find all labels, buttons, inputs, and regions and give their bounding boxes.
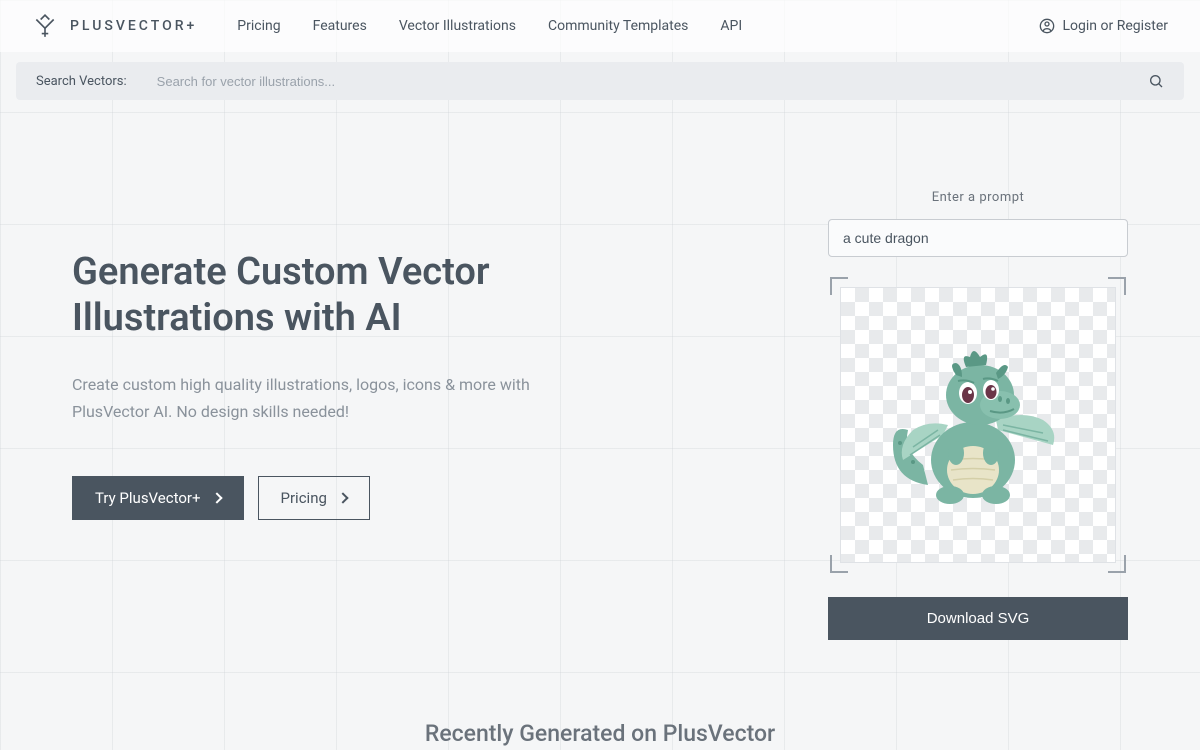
generator-panel: Enter a prompt xyxy=(828,190,1128,640)
nav-link-pricing[interactable]: Pricing xyxy=(237,18,280,34)
chevron-right-icon xyxy=(337,492,348,503)
chevron-right-icon xyxy=(211,492,222,503)
nav-link-api[interactable]: API xyxy=(720,18,742,34)
download-svg-button[interactable]: Download SVG xyxy=(828,597,1128,640)
search-icon[interactable] xyxy=(1148,73,1164,89)
nav-links: Pricing Features Vector Illustrations Co… xyxy=(237,18,742,34)
try-button-label: Try PlusVector+ xyxy=(95,489,201,507)
hero-left: Generate Custom Vector Illustrations wit… xyxy=(72,190,748,640)
user-icon xyxy=(1039,18,1055,34)
search-input[interactable] xyxy=(157,74,1148,89)
logo-text: PLUSVECTOR+ xyxy=(70,18,197,34)
login-label: Login or Register xyxy=(1063,18,1169,34)
pricing-button-label: Pricing xyxy=(281,489,327,507)
search-label: Search Vectors: xyxy=(36,74,127,89)
recently-heading: Recently Generated on PlusVector xyxy=(0,720,1200,747)
nav-link-templates[interactable]: Community Templates xyxy=(548,18,688,34)
preview-image xyxy=(840,287,1116,563)
preview-frame xyxy=(830,277,1126,573)
nav-link-illustrations[interactable]: Vector Illustrations xyxy=(399,18,516,34)
pricing-button[interactable]: Pricing xyxy=(258,476,370,520)
login-link[interactable]: Login or Register xyxy=(1039,18,1169,34)
hero-title: Generate Custom Vector Illustrations wit… xyxy=(72,250,532,341)
dragon-icon xyxy=(878,325,1078,525)
logo[interactable]: PLUSVECTOR+ xyxy=(32,13,197,39)
prompt-label: Enter a prompt xyxy=(932,190,1025,205)
hero-section: Generate Custom Vector Illustrations wit… xyxy=(0,110,1200,680)
hero-ctas: Try PlusVector+ Pricing xyxy=(72,476,748,520)
prompt-input[interactable] xyxy=(828,219,1128,257)
try-button[interactable]: Try PlusVector+ xyxy=(72,476,244,520)
hero-subtitle: Create custom high quality illustrations… xyxy=(72,371,572,425)
logo-icon xyxy=(32,13,58,39)
top-nav: PLUSVECTOR+ Pricing Features Vector Illu… xyxy=(0,0,1200,52)
search-bar: Search Vectors: xyxy=(16,62,1184,100)
nav-link-features[interactable]: Features xyxy=(313,18,367,34)
